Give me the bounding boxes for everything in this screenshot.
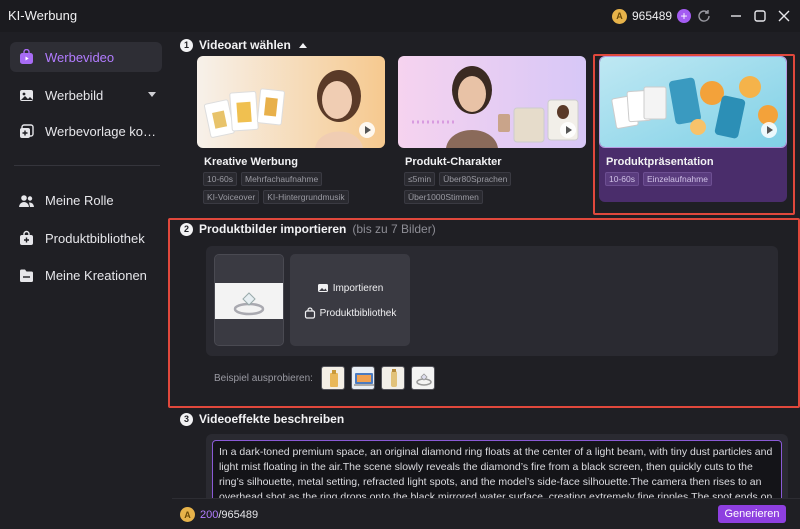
- copy-plus-icon: [20, 123, 34, 138]
- description-panel: In a dark-toned premium space, an origin…: [206, 434, 788, 504]
- try-label: Beispiel ausprobieren:: [214, 372, 313, 384]
- sidebar-item-werbebild[interactable]: Werbebild: [10, 80, 162, 110]
- step-2-title: Produktbilder importieren: [199, 222, 347, 236]
- step-2-header: 2 Produktbilder importieren (bis zu 7 Bi…: [180, 222, 436, 236]
- coin-count: 965489: [632, 9, 673, 23]
- sidebar-item-label: Werbevorlage kopieren: [45, 123, 162, 139]
- play-icon[interactable]: [761, 122, 777, 138]
- main-content: 1 Videoart wählen Kreative Werbung 10-60…: [168, 32, 800, 529]
- credits-used: 200: [200, 508, 219, 521]
- coin-balance: A 965489 +: [612, 6, 692, 26]
- play-icon[interactable]: [560, 122, 576, 138]
- tag: Einzelaufnahme: [643, 172, 712, 186]
- sidebar: Werbevideo Werbebild Werbevorlage kopier…: [0, 32, 172, 529]
- users-icon: [19, 194, 35, 207]
- import-panel: Importieren Produktbibliothek: [206, 246, 778, 356]
- step-1-header[interactable]: 1 Videoart wählen: [180, 38, 307, 52]
- sidebar-item-werbevorlage-kopieren[interactable]: Werbevorlage kopieren: [10, 116, 162, 146]
- product-library-button[interactable]: Produktbibliothek: [290, 307, 410, 319]
- refresh-icon[interactable]: [696, 8, 712, 24]
- card-produkt-charakter[interactable]: Produkt-Charakter ≤5min Über80Sprachen Ü…: [398, 56, 586, 204]
- tag: KI-Voiceover: [203, 190, 260, 204]
- chevron-down-icon: [148, 92, 156, 97]
- credits-display: A 200/965489: [180, 507, 258, 522]
- card-thumbnail: [398, 56, 586, 148]
- close-icon[interactable]: [776, 8, 792, 24]
- tag: Über1000Stimmen: [404, 190, 483, 204]
- minimize-icon[interactable]: [728, 8, 744, 24]
- step-number: 3: [180, 412, 193, 426]
- bag-icon: [304, 307, 315, 319]
- step-2-hint: (bis zu 7 Bilder): [352, 222, 436, 236]
- coin-icon: A: [180, 507, 195, 522]
- import-button[interactable]: Importieren: [290, 282, 410, 294]
- example-thumbnail[interactable]: [380, 366, 405, 390]
- sidebar-item-produktbibliothek[interactable]: Produktbibliothek: [10, 223, 162, 253]
- sidebar-item-label: Werbevideo: [45, 49, 115, 65]
- step-3-title: Videoeffekte beschreiben: [199, 412, 345, 426]
- card-title: Kreative Werbung: [204, 156, 298, 168]
- video-bag-icon: [20, 48, 33, 64]
- product-library-label: Produktbibliothek: [319, 307, 397, 319]
- tag: 10-60s: [203, 172, 237, 186]
- card-tags: ≤5min Über80Sprachen Über1000Stimmen: [404, 172, 582, 204]
- example-thumbnail[interactable]: [350, 366, 375, 390]
- step-number: 1: [180, 38, 193, 52]
- bag-plus-icon: [20, 230, 33, 245]
- add-coins-button[interactable]: +: [677, 9, 692, 23]
- sidebar-item-label: Meine Kreationen: [45, 267, 147, 283]
- uploaded-product-image[interactable]: [214, 254, 284, 346]
- import-area[interactable]: Importieren Produktbibliothek: [290, 254, 410, 346]
- collapse-icon: [298, 42, 307, 48]
- image-upload-icon: [317, 284, 328, 292]
- play-icon[interactable]: [359, 122, 375, 138]
- title-bar: KI-Werbung A 965489 +: [0, 0, 800, 32]
- card-title: Produktpräsentation: [606, 156, 714, 168]
- step-1-title: Videoart wählen: [199, 38, 291, 52]
- app-title: KI-Werbung: [8, 8, 78, 23]
- card-thumbnail: [599, 56, 787, 148]
- tag: Mehrfachaufnahme: [241, 172, 323, 186]
- tag: KI-Hintergrundmusik: [263, 190, 349, 204]
- example-thumbnail[interactable]: [320, 366, 345, 390]
- sidebar-item-meine-rolle[interactable]: Meine Rolle: [10, 185, 162, 215]
- maximize-icon[interactable]: [752, 8, 768, 24]
- bottom-bar: A 200/965489 Generieren: [172, 498, 800, 529]
- sidebar-item-werbevideo[interactable]: Werbevideo: [10, 42, 162, 72]
- example-row: Beispiel ausprobieren:: [214, 366, 435, 390]
- sidebar-item-meine-kreationen[interactable]: Meine Kreationen: [10, 260, 162, 290]
- import-label: Importieren: [332, 282, 384, 294]
- tag: 10-60s: [605, 172, 639, 186]
- card-tags: 10-60s Mehrfachaufnahme KI-Voiceover KI-…: [203, 172, 381, 204]
- sidebar-item-label: Produktbibliothek: [45, 230, 145, 246]
- sidebar-item-label: Meine Rolle: [45, 192, 114, 208]
- card-kreative-werbung[interactable]: Kreative Werbung 10-60s Mehrfachaufnahme…: [197, 56, 385, 204]
- generate-button[interactable]: Generieren: [718, 505, 786, 523]
- example-thumbnail[interactable]: [410, 366, 435, 390]
- credits-total: /965489: [218, 508, 259, 521]
- sidebar-divider: [14, 165, 160, 166]
- description-textarea[interactable]: In a dark-toned premium space, an origin…: [212, 440, 782, 502]
- card-tags: 10-60s Einzelaufnahme: [605, 172, 783, 186]
- image-icon: [20, 89, 33, 101]
- step-3-header: 3 Videoeffekte beschreiben: [180, 412, 344, 426]
- card-produktpraesentation[interactable]: Produktpräsentation 10-60s Einzelaufnahm…: [599, 56, 787, 202]
- tag: ≤5min: [404, 172, 436, 186]
- folder-icon: [20, 269, 33, 282]
- tag: Über80Sprachen: [439, 172, 512, 186]
- step-number: 2: [180, 222, 193, 236]
- coin-icon: A: [612, 8, 627, 24]
- sidebar-item-label: Werbebild: [45, 87, 104, 103]
- card-title: Produkt-Charakter: [405, 156, 502, 168]
- card-thumbnail: [197, 56, 385, 148]
